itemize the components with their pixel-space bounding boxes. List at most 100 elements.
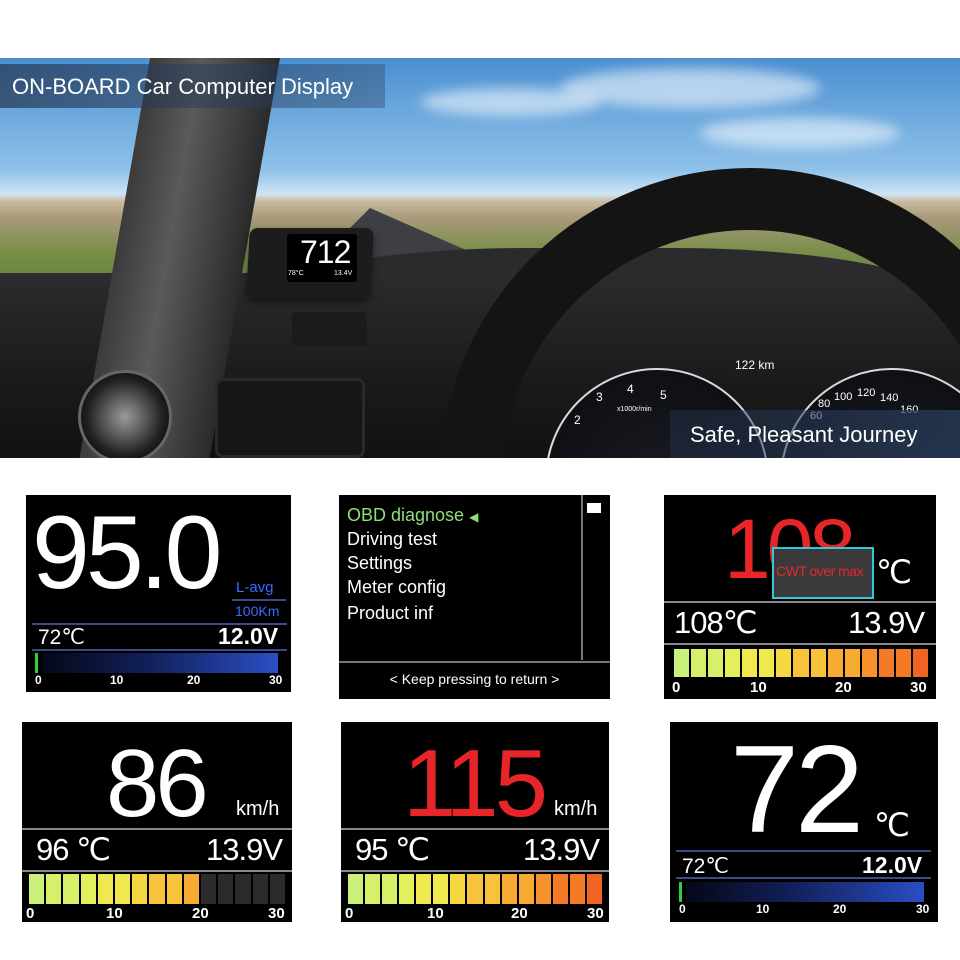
menu-item-settings[interactable]: Settings [347, 553, 412, 574]
tach-tick: 3 [596, 390, 603, 404]
hero-banner: 2 3 4 5 x1000r/min 60 80 100 120 140 160… [0, 58, 960, 458]
battery-voltage: 13.9V [848, 605, 925, 640]
level-segment [586, 874, 602, 904]
level-segment [725, 649, 741, 677]
fuel-unit-divider [232, 599, 286, 601]
level-bar [686, 882, 924, 902]
level-segment [115, 874, 131, 904]
menu-item-product-info[interactable]: Product inf [347, 603, 433, 624]
level-segment [166, 874, 182, 904]
battery-voltage: 13.9V [206, 832, 283, 867]
level-segment [348, 874, 364, 904]
menu-item-driving-test[interactable]: Driving test [347, 529, 437, 550]
level-segment [552, 874, 568, 904]
menu-list: OBD diagnose ◀ Driving test Settings Met… [339, 495, 583, 660]
return-hint: < Keep pressing to return > [389, 671, 560, 687]
coolant-temp: 108℃ [674, 605, 758, 640]
scale-label: 20 [833, 902, 847, 916]
divider-line [676, 877, 931, 879]
battery-voltage: 12.0V [862, 852, 923, 878]
scale-label: 0 [679, 902, 686, 916]
screen-menu: OBD diagnose ◀ Driving test Settings Met… [339, 495, 610, 699]
tach-tick: 4 [627, 382, 634, 396]
level-segment [691, 649, 707, 677]
level-segment [183, 874, 200, 904]
level-segment [878, 649, 894, 677]
temp-unit: ℃ [876, 554, 912, 590]
scrollbar-track[interactable] [581, 495, 583, 660]
level-segment [569, 874, 585, 904]
speedo-tick: 140 [880, 392, 899, 404]
scrollbar-thumb[interactable] [587, 503, 601, 513]
level-segment [382, 874, 398, 904]
level-segment [218, 874, 234, 904]
level-segment [46, 874, 62, 904]
screen-speed-115: 115 km/h 95 ℃ 13.9V 0 10 20 30 [341, 722, 609, 922]
level-segment [861, 649, 877, 677]
banner-title-tag: ON-BOARD Car Computer Display [0, 64, 385, 108]
speed-unit: km/h [236, 798, 280, 820]
level-segment [501, 874, 517, 904]
banner-slogan: Safe, Pleasant Journey [690, 422, 918, 447]
scale-label: 20 [835, 679, 852, 696]
tach-unit: x1000r/min [617, 406, 652, 413]
divider-line [341, 828, 609, 830]
device-voltage: 13.4V [334, 270, 353, 277]
level-bar [42, 653, 278, 673]
fuel-unit-bottom: 100Km [235, 603, 280, 619]
divider-line [32, 649, 287, 651]
banner-title: ON-BOARD Car Computer Display [12, 74, 354, 99]
cloud [420, 88, 600, 116]
coolant-temp: 96 ℃ [36, 832, 111, 867]
menu-item-obd-diagnose[interactable]: OBD diagnose ◀ [347, 505, 478, 526]
speedo-tick: 80 [818, 398, 831, 410]
level-segment [252, 874, 268, 904]
level-segment [63, 874, 79, 904]
segmented-level-bar [674, 649, 928, 677]
menu-item-meter-config[interactable]: Meter config [347, 577, 446, 598]
level-segment [97, 874, 114, 904]
cloud [700, 118, 900, 148]
fuel-unit-top: L-avg [236, 579, 274, 596]
level-segment [742, 649, 758, 677]
level-segment [201, 874, 217, 904]
scale-label: 10 [427, 905, 444, 922]
speed-unit: km/h [554, 798, 598, 820]
scale-label: 20 [192, 905, 209, 922]
level-segment [844, 649, 860, 677]
speed-value-alert: 115 [403, 730, 548, 837]
screen-fuel-consumption: 95.0 L-avg 100Km 72℃ 12.0V 0 10 20 30 [26, 495, 291, 692]
scale-label: 20 [511, 905, 528, 922]
level-segment [827, 649, 843, 677]
level-segment [467, 874, 483, 904]
caret-left-icon: ◀ [469, 510, 479, 524]
scale-label: 0 [345, 905, 354, 922]
level-segment [759, 649, 775, 677]
divider-line [339, 661, 610, 663]
level-start-marker [679, 882, 682, 902]
air-vent-top [292, 312, 367, 346]
scale-label: 10 [110, 673, 124, 687]
level-segment [416, 874, 432, 904]
level-segment [776, 649, 792, 677]
divider-line [22, 828, 292, 830]
temp-unit: ℃ [874, 807, 910, 843]
scale-label: 30 [910, 679, 927, 696]
cluster-odometer: 122 km [735, 358, 775, 372]
scale-label: 0 [26, 905, 35, 922]
scale-label: 0 [672, 679, 681, 696]
level-segment [518, 874, 534, 904]
level-segment [793, 649, 809, 677]
speed-value: 86 [106, 730, 209, 837]
scale-label: 30 [587, 905, 604, 922]
divider-line [22, 870, 292, 872]
divider-line [341, 870, 609, 872]
level-segment [433, 874, 449, 904]
scale-label: 0 [35, 673, 42, 687]
speaker-grille [78, 370, 172, 458]
scale-label: 20 [187, 673, 201, 687]
level-segment [535, 874, 551, 904]
level-start-marker [35, 653, 38, 673]
device-main-value: 712 [300, 234, 351, 270]
level-segment [674, 649, 690, 677]
